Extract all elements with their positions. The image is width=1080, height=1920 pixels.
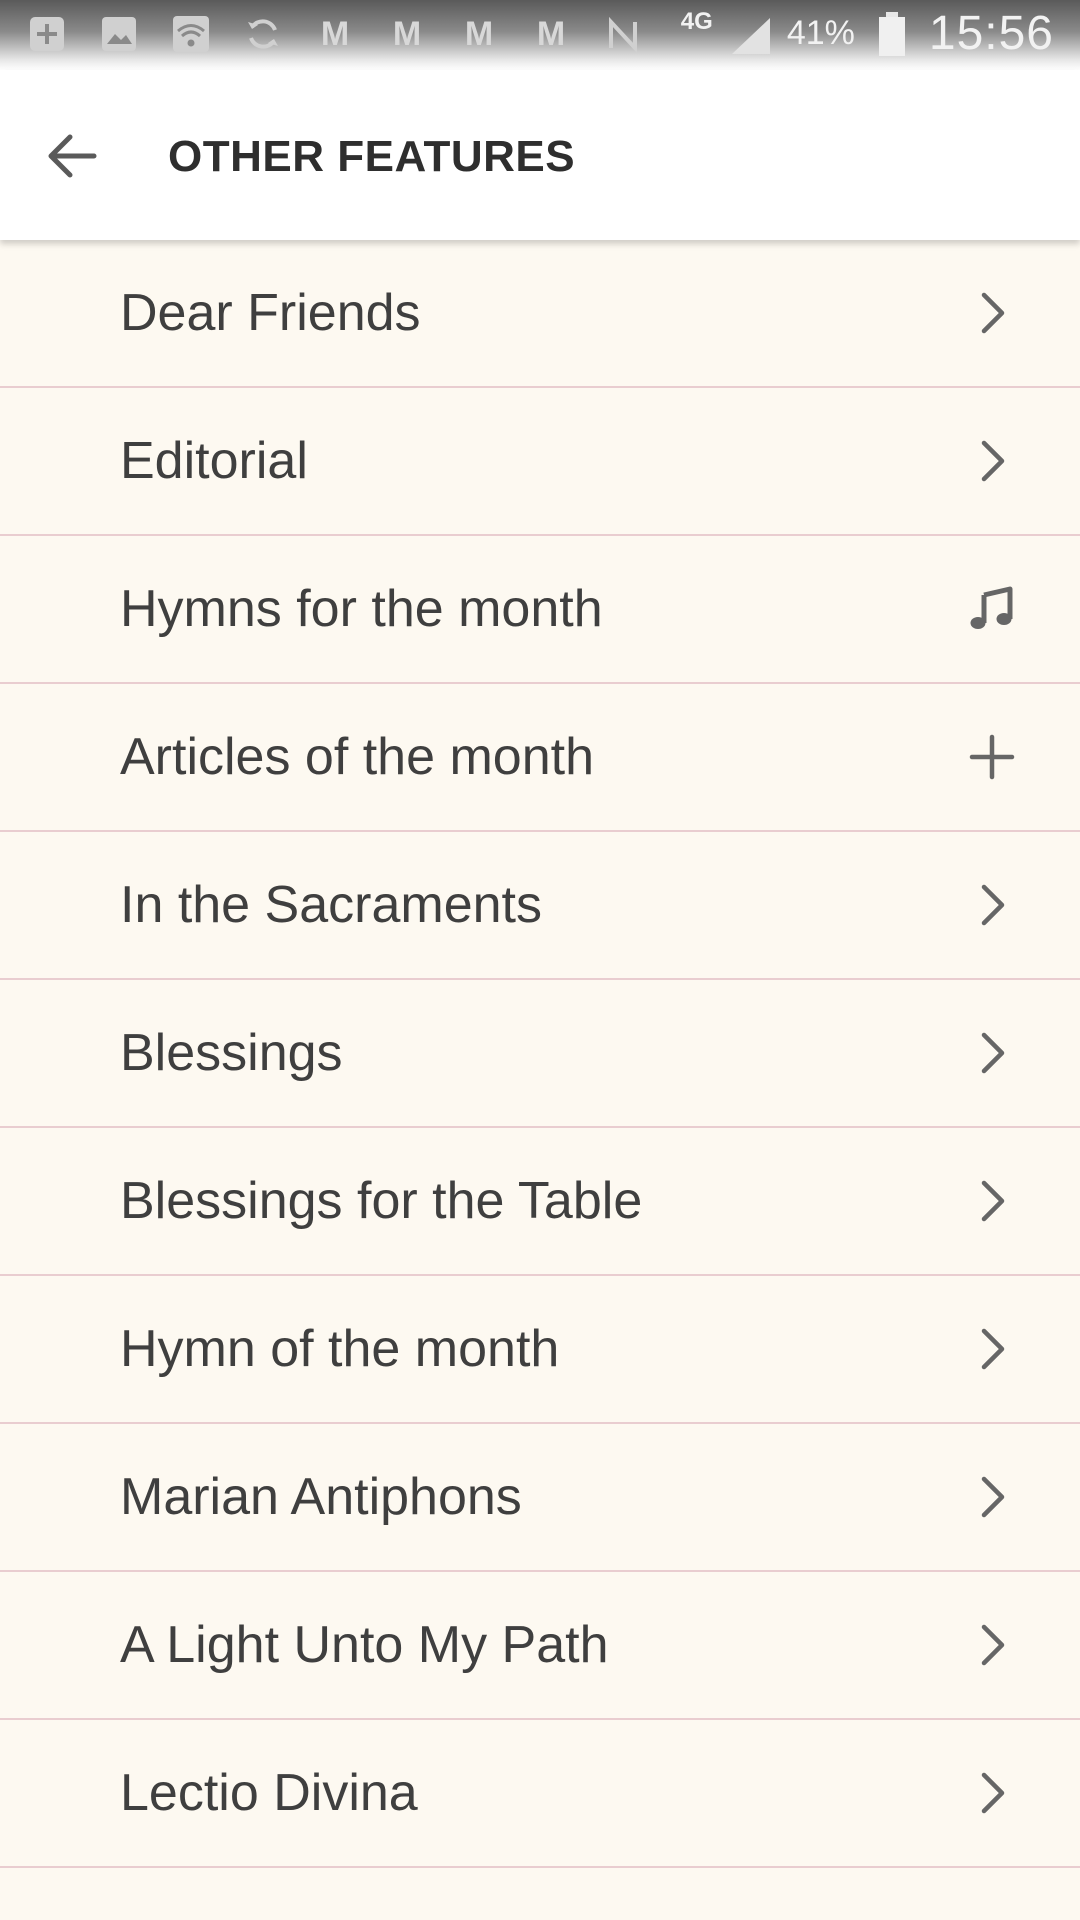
plus-icon[interactable] xyxy=(964,729,1020,785)
list-item-in-the-sacraments[interactable]: In the Sacraments xyxy=(0,832,1080,980)
app-bar: OTHER FEATURES xyxy=(0,70,1080,240)
list-item-label: Hymns for the month xyxy=(120,580,603,638)
chevron-right-icon xyxy=(964,1173,1020,1229)
list-item-marian-antiphons[interactable]: Marian Antiphons xyxy=(0,1424,1080,1572)
battery-percent: 41% xyxy=(786,14,855,52)
list-item-lectio-divina[interactable]: Lectio Divina xyxy=(0,1720,1080,1868)
list-item-editorial[interactable]: Editorial xyxy=(0,388,1080,536)
signal-icon xyxy=(727,12,773,56)
chevron-right-icon xyxy=(964,1025,1020,1081)
list-item-hymn-of-the-month[interactable]: Hymn of the month xyxy=(0,1276,1080,1424)
list-item-label: Editorial xyxy=(120,432,308,490)
list-item-hymns-for-the-month[interactable]: Hymns for the month xyxy=(0,536,1080,684)
chevron-right-icon xyxy=(964,285,1020,341)
list-item-label: Blessings xyxy=(120,1024,343,1082)
chevron-right-icon xyxy=(964,433,1020,489)
list-item-label: A Light Unto My Path xyxy=(120,1616,609,1674)
status-right: 4G 41% 15:56 xyxy=(681,6,1054,61)
chevron-right-icon xyxy=(964,1765,1020,1821)
list-item-blessings[interactable]: Blessings xyxy=(0,980,1080,1128)
list-item-label: In the Sacraments xyxy=(120,876,542,934)
clock: 15:56 xyxy=(928,7,1054,60)
music-note-icon[interactable] xyxy=(964,581,1020,637)
add-box-icon xyxy=(24,12,70,56)
list-item-label: Articles of the month xyxy=(120,728,594,786)
list-item-label: Marian Antiphons xyxy=(120,1468,522,1526)
page-title: OTHER FEATURES xyxy=(168,132,576,181)
list-item-a-light-unto-my-path[interactable]: A Light Unto My Path xyxy=(0,1572,1080,1720)
chevron-right-icon xyxy=(964,877,1020,933)
status-icons: M M M M xyxy=(24,12,646,56)
list-item-label: Blessings for the Table xyxy=(120,1172,643,1230)
wifi-icon xyxy=(168,12,214,56)
arrow-back-icon xyxy=(48,134,97,178)
m-notification-icon: M xyxy=(464,14,494,53)
nfc-icon xyxy=(600,12,646,56)
m-notification-icon: M xyxy=(320,14,350,53)
list-item-label: Hymn of the month xyxy=(120,1320,560,1378)
list-item-blessings-for-the-table[interactable]: Blessings for the Table xyxy=(0,1128,1080,1276)
status-bar: M M M M 4G 41% 15:56 xyxy=(0,0,1080,70)
list-item-label: Lectio Divina xyxy=(120,1764,418,1822)
list-item-dear-friends[interactable]: Dear Friends xyxy=(0,240,1080,388)
network-type: 4G xyxy=(680,7,713,35)
chevron-right-icon xyxy=(964,1617,1020,1673)
image-icon xyxy=(96,12,142,56)
m-notification-icon: M xyxy=(392,14,422,53)
battery-icon xyxy=(869,11,915,56)
chevron-right-icon xyxy=(964,1321,1020,1377)
features-list: Dear Friends Editorial Hymns for the mon… xyxy=(0,240,1080,1868)
back-button[interactable] xyxy=(40,126,104,186)
list-item-articles-of-the-month[interactable]: Articles of the month xyxy=(0,684,1080,832)
chevron-right-icon xyxy=(964,1469,1020,1525)
m-notification-icon: M xyxy=(536,14,566,53)
sync-icon xyxy=(240,12,286,56)
list-item-label: Dear Friends xyxy=(120,284,421,342)
